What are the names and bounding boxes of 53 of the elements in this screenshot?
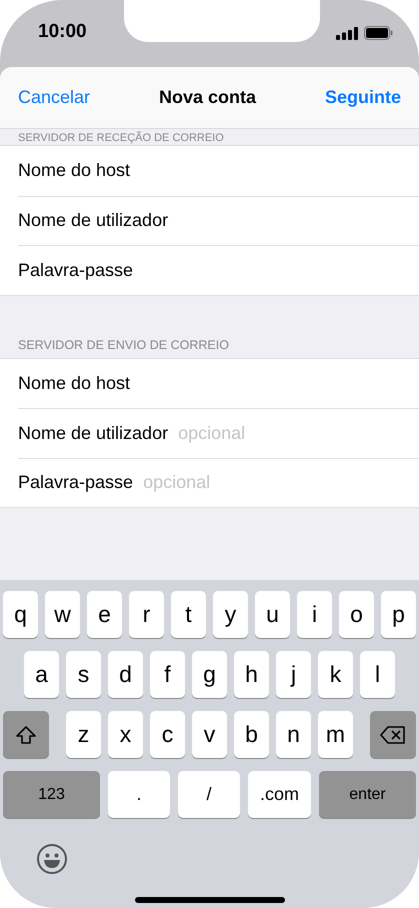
keyboard-key[interactable]: x (108, 711, 143, 758)
field-label: Nome de utilizador (18, 422, 168, 444)
battery-icon (364, 26, 393, 40)
keyboard-key[interactable]: . (108, 771, 170, 818)
section-header: SERVIDOR DE RECEÇÃO DE CORREIO (18, 133, 224, 144)
keyboard-key[interactable]: 123 (3, 771, 100, 818)
field-label: Palavra-passe (18, 472, 134, 494)
keyboard-key[interactable]: j (276, 651, 311, 698)
input-field[interactable]: opcional (178, 422, 401, 444)
section-header: SERVIDOR DE ENVIO DE CORREIO (18, 339, 229, 352)
field-label: Palavra-passe (18, 260, 134, 281)
keyboard-key[interactable]: z (66, 711, 101, 758)
emoji-button[interactable] (36, 843, 68, 875)
smiley-icon (36, 843, 68, 875)
keyboard-key[interactable]: s (66, 651, 101, 698)
shift-arrow-icon (16, 726, 36, 744)
keyboard-key[interactable]: a (24, 651, 59, 698)
keyboard-key[interactable]: / (178, 771, 240, 818)
keyboard-key[interactable]: v (192, 711, 227, 758)
field-label: Nome do host (18, 372, 130, 394)
keyboard-key[interactable]: m (318, 711, 353, 758)
keyboard-key[interactable]: g (192, 651, 227, 698)
keyboard-key[interactable]: o (339, 591, 374, 638)
cancel-button[interactable]: Cancelar (18, 87, 90, 108)
next-button[interactable]: Seguinte (324, 87, 401, 108)
delete-key[interactable] (370, 711, 416, 758)
keyboard-key[interactable]: b (234, 711, 269, 758)
keyboard-key[interactable]: enter (319, 771, 416, 818)
field-label: Nome de utilizador (18, 210, 168, 232)
keyboard-key[interactable]: r (129, 591, 164, 638)
keyboard-key[interactable]: c (150, 711, 185, 758)
delete-icon (380, 726, 406, 744)
keyboard-key[interactable]: n (276, 711, 311, 758)
keyboard-key[interactable]: w (45, 591, 80, 638)
keyboard-key[interactable]: k (318, 651, 353, 698)
keyboard-key[interactable]: i (297, 591, 332, 638)
screen-title: Nova conta (159, 87, 256, 108)
keyboard-key[interactable]: t (171, 591, 206, 638)
shift-key[interactable] (3, 711, 49, 758)
status-time: 10:00 (38, 21, 88, 43)
keyboard-key[interactable]: l (360, 651, 395, 698)
keyboard-key[interactable]: d (108, 651, 143, 698)
keyboard-key[interactable]: h (234, 651, 269, 698)
signal-icon (336, 26, 358, 40)
keyboard-key[interactable]: f (150, 651, 185, 698)
keyboard-key[interactable]: q (3, 591, 38, 638)
keyboard-key[interactable]: .com (248, 771, 311, 818)
input-field[interactable]: opcional (143, 472, 401, 494)
keyboard-key[interactable]: u (255, 591, 290, 638)
field-label: Nome do host (18, 160, 130, 182)
keyboard-key[interactable]: y (213, 591, 248, 638)
keyboard-key[interactable]: e (87, 591, 122, 638)
keyboard-key[interactable]: p (381, 591, 416, 638)
